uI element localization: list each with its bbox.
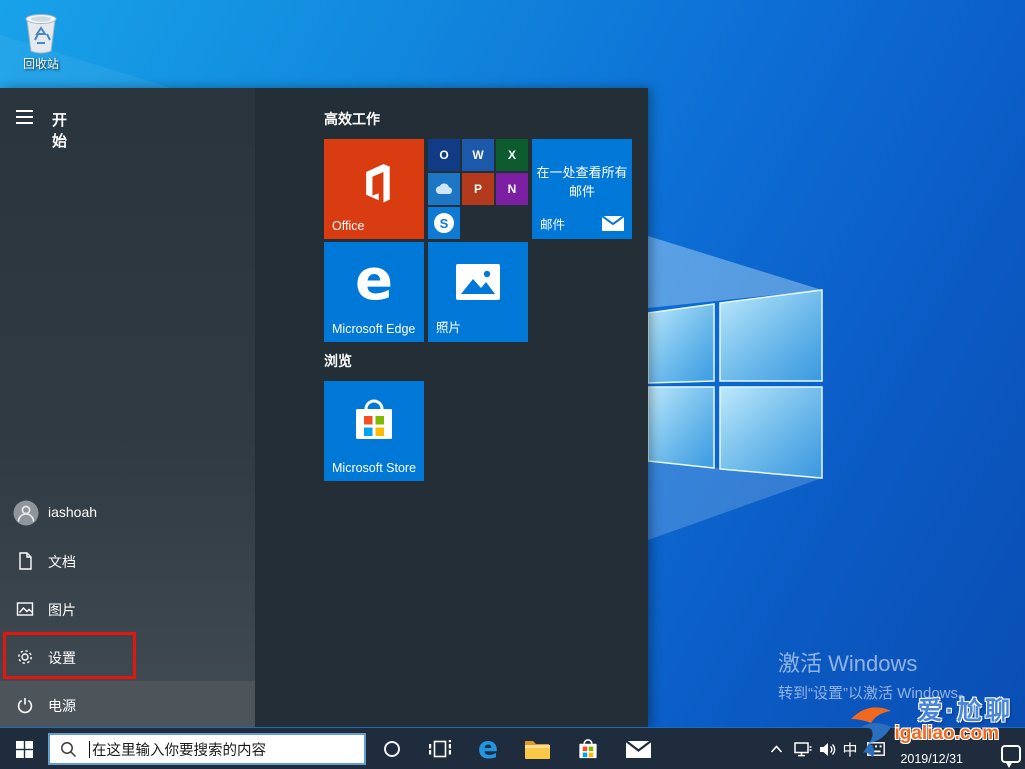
mail-taskbar-icon — [625, 740, 651, 758]
mail-taskbar-button[interactable] — [618, 728, 658, 769]
text-caret — [89, 740, 90, 758]
desktop-screen: 回收站 激活 Windows 转到“设置”以激活 Windows。 开始 ias… — [0, 0, 1025, 769]
user-avatar-icon — [13, 500, 39, 526]
tile-onedrive[interactable] — [428, 173, 460, 205]
recycle-bin-label: 回收站 — [22, 57, 59, 71]
powerpoint-icon: P — [473, 182, 482, 196]
sidebar-user-label: iashoah — [48, 504, 98, 520]
search-icon — [61, 741, 77, 757]
skype-icon: S — [434, 213, 454, 233]
sidebar-item-power[interactable]: 电源 — [0, 681, 255, 727]
tile-photos-label: 照片 — [436, 321, 462, 335]
sidebar-power-label: 电源 — [48, 698, 76, 714]
tile-mail-label: 邮件 — [540, 218, 566, 232]
annotation-red-box — [3, 632, 136, 679]
sidebar-documents-label: 文档 — [48, 554, 76, 570]
tray-volume-button[interactable] — [815, 728, 839, 769]
tray-ime-button[interactable]: 中 — [838, 728, 862, 769]
tray-chevron-button[interactable] — [764, 728, 788, 769]
search-placeholder-text: 在这里输入你要搜索的内容 — [92, 742, 266, 759]
outlook-icon: O — [439, 148, 449, 162]
tile-mail-live-text: 在一处查看所有 邮件 — [536, 165, 628, 199]
recycle-bin[interactable]: 回收站 — [12, 10, 70, 72]
tile-microsoft-edge[interactable]: e Microsoft Edge — [324, 242, 424, 342]
volume-icon — [819, 742, 835, 756]
taskbar-search-input[interactable]: 在这里输入你要搜索的内容 — [47, 732, 367, 766]
tray-date: 2019/12/31 — [900, 752, 963, 766]
tile-group-office-apps: O W X P N S — [428, 139, 528, 239]
tray-keyboard-button[interactable] — [863, 728, 889, 769]
taskbar: 在这里输入你要搜索的内容 e 中 2019/12/31 — [0, 727, 1025, 769]
recycle-bin-icon — [25, 14, 57, 54]
start-menu: 开始 iashoah 文档 图片 设置 电源 高效工作 Office O W X… — [0, 88, 648, 727]
tile-mail[interactable]: 在一处查看所有 邮件 邮件 — [532, 139, 632, 239]
tile-word[interactable]: W — [462, 139, 494, 171]
store-taskbar-icon — [579, 738, 597, 758]
group-label-productivity: 高效工作 — [324, 111, 380, 127]
onedrive-cloud-icon — [435, 183, 452, 194]
touch-keyboard-icon — [867, 742, 885, 756]
tile-powerpoint[interactable]: P — [462, 173, 494, 205]
file-explorer-icon — [525, 740, 550, 759]
sidebar-item-user[interactable]: iashoah — [0, 489, 255, 537]
tile-skype[interactable]: S — [428, 207, 460, 239]
chevron-up-icon — [770, 745, 782, 753]
store-taskbar-button[interactable] — [568, 728, 608, 769]
tile-office-label: Office — [332, 219, 365, 233]
task-view-button[interactable] — [420, 728, 460, 769]
excel-icon: X — [507, 148, 516, 162]
cortana-button[interactable] — [372, 728, 412, 769]
sidebar-item-documents[interactable]: 文档 — [0, 537, 255, 585]
sidebar-item-pictures[interactable]: 图片 — [0, 585, 255, 633]
activation-title: 激活 Windows — [778, 651, 918, 676]
tile-onenote[interactable]: N — [496, 173, 528, 205]
cortana-icon — [384, 741, 400, 757]
edge-icon: e — [355, 248, 393, 313]
hamburger-menu-icon[interactable] — [16, 110, 33, 124]
mail-envelope-icon — [602, 216, 624, 231]
activation-subtitle: 转到“设置”以激活 Windows。 — [778, 685, 974, 702]
activation-watermark: 激活 Windows 转到“设置”以激活 Windows。 — [778, 646, 973, 703]
task-view-icon — [429, 740, 451, 758]
sidebar-pictures-label: 图片 — [48, 602, 76, 618]
tray-network-button[interactable] — [790, 728, 816, 769]
start-menu-title: 开始 — [52, 112, 68, 150]
word-icon: W — [472, 148, 484, 162]
office-icon — [366, 164, 390, 203]
pictures-icon — [16, 602, 34, 616]
photos-icon — [456, 264, 500, 300]
tile-photos[interactable]: 照片 — [428, 242, 528, 342]
tile-microsoft-store[interactable]: Microsoft Store — [324, 381, 424, 481]
start-button[interactable] — [4, 728, 44, 769]
document-icon — [19, 552, 32, 570]
tile-edge-label: Microsoft Edge — [332, 322, 416, 336]
edge-taskbar-button[interactable]: e — [468, 728, 508, 769]
tile-excel[interactable]: X — [496, 139, 528, 171]
tile-office[interactable]: Office — [324, 139, 424, 239]
edge-taskbar-icon: e — [477, 731, 499, 766]
tile-outlook[interactable]: O — [428, 139, 460, 171]
file-explorer-button[interactable] — [517, 728, 557, 769]
ime-indicator: 中 — [842, 741, 858, 759]
windows-logo-icon — [15, 740, 33, 758]
group-label-explore: 浏览 — [324, 353, 352, 369]
network-icon — [794, 741, 812, 756]
tile-store-label: Microsoft Store — [332, 461, 417, 475]
onenote-icon: N — [507, 182, 517, 196]
power-icon — [17, 698, 33, 714]
tray-clock[interactable]: 2019/12/31 — [900, 728, 963, 769]
store-icon — [356, 399, 392, 439]
